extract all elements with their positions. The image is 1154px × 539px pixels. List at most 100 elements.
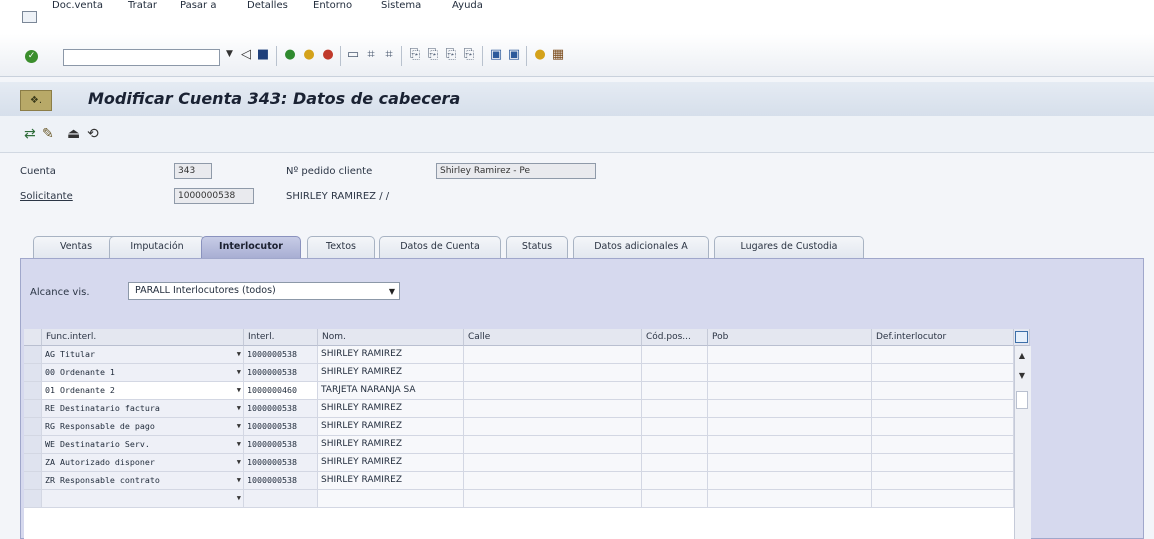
help-icon[interactable]: ●	[532, 47, 548, 63]
table-row[interactable]: RE Destinatario factura ▼ 1000000538 SHIRLE…	[24, 400, 1014, 418]
new-session-icon[interactable]: ▣	[488, 47, 504, 63]
display-change-icon[interactable]: ⇄	[24, 126, 36, 142]
chevron-down-icon[interactable]: ▼	[237, 418, 241, 435]
menu-pasar-a[interactable]: Pasar a	[180, 0, 216, 11]
alcance-select[interactable]: PARALL Interlocutores (todos) ▼	[128, 282, 400, 300]
exit-icon[interactable]: ●	[301, 47, 317, 63]
cuenta-field[interactable]: 343	[174, 163, 212, 179]
row-selector[interactable]	[24, 364, 42, 382]
save-icon[interactable]: ■	[255, 47, 271, 63]
last-page-icon[interactable]: ⎘	[461, 47, 477, 63]
print-icon[interactable]: ▭	[345, 47, 361, 63]
previous-page-icon[interactable]: ⎘	[425, 47, 441, 63]
print-preview-icon[interactable]: ⏏	[67, 126, 80, 142]
first-page-icon[interactable]: ⎘	[407, 47, 423, 63]
tab-ventas[interactable]: Ventas	[33, 236, 119, 258]
solicitante-label[interactable]: Solicitante	[20, 191, 73, 202]
chevron-down-icon[interactable]: ▼	[237, 490, 241, 507]
interl-cell[interactable]: 1000000460	[244, 382, 318, 400]
table-row[interactable]: 00 Ordenante 1 ▼ 1000000538 SHIRLEY RAMIREZ	[24, 364, 1014, 382]
interl-cell[interactable]: 1000000538	[244, 418, 318, 436]
table-settings-icon[interactable]	[1015, 331, 1028, 343]
back-icon[interactable]: ●	[282, 47, 298, 63]
table-row[interactable]: ZR Responsable contrato ▼ 1000000538 SHIRLE…	[24, 472, 1014, 490]
interl-cell[interactable]: 1000000538	[244, 454, 318, 472]
col-header-interl[interactable]: Interl.	[244, 329, 318, 346]
chevron-down-icon[interactable]: ▼	[237, 436, 241, 453]
tab-lugares-de-custodia[interactable]: Lugares de Custodia	[714, 236, 864, 258]
table-row[interactable]: 01 Ordenante 2 ▼ 1000000460 TARJETA NARANJA…	[24, 382, 1014, 400]
menu-detalles[interactable]: Detalles	[247, 0, 288, 11]
tab-datos-adicionales-a[interactable]: Datos adicionales A	[573, 236, 709, 258]
col-header-pob[interactable]: Pob	[708, 329, 872, 346]
other-document-icon[interactable]: ✎	[42, 126, 54, 142]
find-icon[interactable]: ⌗	[363, 47, 379, 63]
header-details-icon[interactable]: ⟲	[87, 126, 99, 142]
row-selector[interactable]	[24, 472, 42, 490]
collapse-arrow-icon[interactable]: ◁	[238, 47, 254, 63]
tab-interlocutor[interactable]: Interlocutor	[201, 236, 301, 258]
table-row[interactable]: WE Destinatario Serv. ▼ 1000000538 SHIRLEY …	[24, 436, 1014, 454]
menu-sistema[interactable]: Sistema	[381, 0, 421, 11]
chevron-down-icon[interactable]: ▼	[237, 382, 241, 399]
tab-datos-de-cuenta[interactable]: Datos de Cuenta	[379, 236, 501, 258]
table-row[interactable]: RG Responsable de pago ▼ 1000000538 SHIRLEY…	[24, 418, 1014, 436]
chevron-down-icon[interactable]: ▼	[237, 400, 241, 417]
interl-cell[interactable]: 1000000538	[244, 400, 318, 418]
menu-screen-icon[interactable]	[22, 11, 37, 23]
table-row[interactable]: ▼	[24, 490, 1014, 508]
tab-textos[interactable]: Textos	[307, 236, 375, 258]
find-next-icon[interactable]: ⌗	[381, 47, 397, 63]
interl-cell[interactable]: 1000000538	[244, 472, 318, 490]
interl-cell[interactable]: 1000000538	[244, 346, 318, 364]
command-field[interactable]	[63, 49, 220, 66]
row-selector[interactable]	[24, 490, 42, 508]
col-header-calle[interactable]: Calle	[464, 329, 642, 346]
func-interl-cell[interactable]: 01 Ordenante 2 ▼	[42, 382, 244, 400]
chevron-down-icon[interactable]: ▼	[237, 364, 241, 381]
next-page-icon[interactable]: ⎘	[443, 47, 459, 63]
solicitante-field[interactable]: 1000000538	[174, 188, 254, 204]
shortcut-icon[interactable]: ▣	[506, 47, 522, 63]
col-header-codpos[interactable]: Cód.pos...	[642, 329, 708, 346]
func-interl-cell[interactable]: WE Destinatario Serv. ▼	[42, 436, 244, 454]
row-selector[interactable]	[24, 436, 42, 454]
select-all-header[interactable]	[24, 329, 42, 346]
func-interl-cell[interactable]: RG Responsable de pago ▼	[42, 418, 244, 436]
func-interl-cell[interactable]: 00 Ordenante 1 ▼	[42, 364, 244, 382]
func-interl-cell[interactable]: ZR Responsable contrato ▼	[42, 472, 244, 490]
table-row[interactable]: AG Titular ▼ 1000000538 SHIRLEY RAMIREZ	[24, 346, 1014, 364]
row-selector[interactable]	[24, 346, 42, 364]
scroll-down-icon[interactable]: ▼	[1016, 371, 1028, 380]
interl-cell[interactable]: 1000000538	[244, 436, 318, 454]
menu-ayuda[interactable]: Ayuda	[452, 0, 483, 11]
tab-status[interactable]: Status	[506, 236, 568, 258]
scroll-thumb[interactable]	[1016, 391, 1028, 409]
col-header-nom[interactable]: Nom.	[318, 329, 464, 346]
row-selector[interactable]	[24, 382, 42, 400]
interl-cell[interactable]	[244, 490, 318, 508]
row-selector[interactable]	[24, 454, 42, 472]
menu-entorno[interactable]: Entorno	[313, 0, 352, 11]
row-selector[interactable]	[24, 400, 42, 418]
interl-cell[interactable]: 1000000538	[244, 364, 318, 382]
chevron-down-icon[interactable]: ▼	[237, 472, 241, 489]
enter-check-icon[interactable]: ✓	[25, 50, 38, 63]
table-row[interactable]: ZA Autorizado disponer ▼ 1000000538 SHIRLEY…	[24, 454, 1014, 472]
menu-tratar[interactable]: Tratar	[128, 0, 157, 11]
pedido-cliente-field[interactable]: Shirley Ramirez - Pe	[436, 163, 596, 179]
menu-docventa[interactable]: Doc.venta	[52, 0, 103, 11]
func-interl-cell[interactable]: AG Titular ▼	[42, 346, 244, 364]
tab-imputacion[interactable]: Imputación	[109, 236, 205, 258]
row-selector[interactable]	[24, 418, 42, 436]
chevron-down-icon[interactable]: ▼	[237, 346, 241, 363]
func-interl-cell[interactable]: RE Destinatario factura ▼	[42, 400, 244, 418]
scroll-up-icon[interactable]: ▲	[1016, 351, 1028, 360]
func-interl-cell[interactable]: ▼	[42, 490, 244, 508]
func-interl-cell[interactable]: ZA Autorizado disponer ▼	[42, 454, 244, 472]
chevron-down-icon[interactable]: ▼	[237, 454, 241, 471]
layout-menu-icon[interactable]: ▦	[550, 47, 566, 63]
col-header-func[interactable]: Func.interl.	[42, 329, 244, 346]
col-header-def[interactable]: Def.interlocutor	[872, 329, 1014, 346]
cancel-icon[interactable]: ●	[320, 47, 336, 63]
